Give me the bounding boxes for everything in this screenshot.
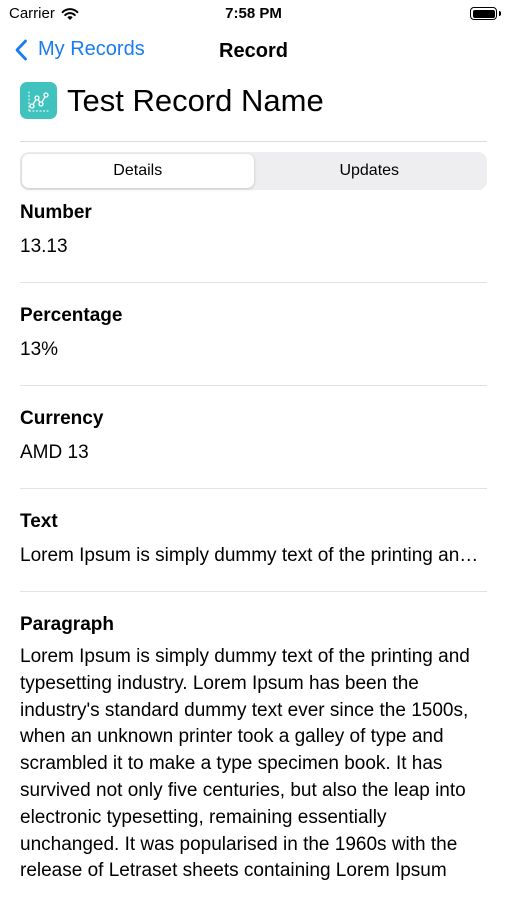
battery-level <box>472 9 495 18</box>
field-value: 13% <box>20 339 59 360</box>
field-divider <box>20 591 487 592</box>
field-paragraph: Paragraph Lorem Ipsum is simply dummy te… <box>20 612 487 900</box>
field-percentage: Percentage 13% <box>20 303 487 385</box>
field-number: Number 13.13 <box>20 200 487 282</box>
chart-network-icon <box>28 90 49 111</box>
record-title: Test Record Name <box>67 82 324 118</box>
field-value: Lorem Ipsum is simply dummy text of the … <box>20 646 470 882</box>
field-divider <box>20 385 487 386</box>
field-text: Text Lorem Ipsum is simply dummy text of… <box>20 509 487 591</box>
field-currency: Currency AMD 13 <box>20 406 487 488</box>
status-time: 7:58 PM <box>225 5 282 22</box>
field-label: Number <box>20 202 92 223</box>
status-bar: Carrier 7:58 PM <box>0 0 507 28</box>
field-label: Currency <box>20 408 104 429</box>
field-label: Text <box>20 511 58 532</box>
field-divider <box>20 282 487 283</box>
nav-title: Record <box>219 40 288 62</box>
record-type-icon <box>20 82 57 119</box>
tab-updates[interactable]: Updates <box>254 154 486 188</box>
segmented-control: Details Updates <box>20 152 487 190</box>
field-value: 13.13 <box>20 236 68 257</box>
field-value: AMD 13 <box>20 442 89 463</box>
tab-details[interactable]: Details <box>22 154 254 188</box>
navigation-bar: My Records Record <box>0 34 507 74</box>
battery-icon <box>470 7 501 20</box>
field-value: Lorem Ipsum is simply dummy text of the … <box>20 545 487 566</box>
header-divider <box>20 141 487 142</box>
record-header: Test Record Name <box>20 82 324 119</box>
field-divider <box>20 488 487 489</box>
record-fields: Number 13.13 Percentage 13% Currency AMD… <box>20 200 487 900</box>
field-label: Percentage <box>20 305 123 326</box>
field-label: Paragraph <box>20 614 114 635</box>
